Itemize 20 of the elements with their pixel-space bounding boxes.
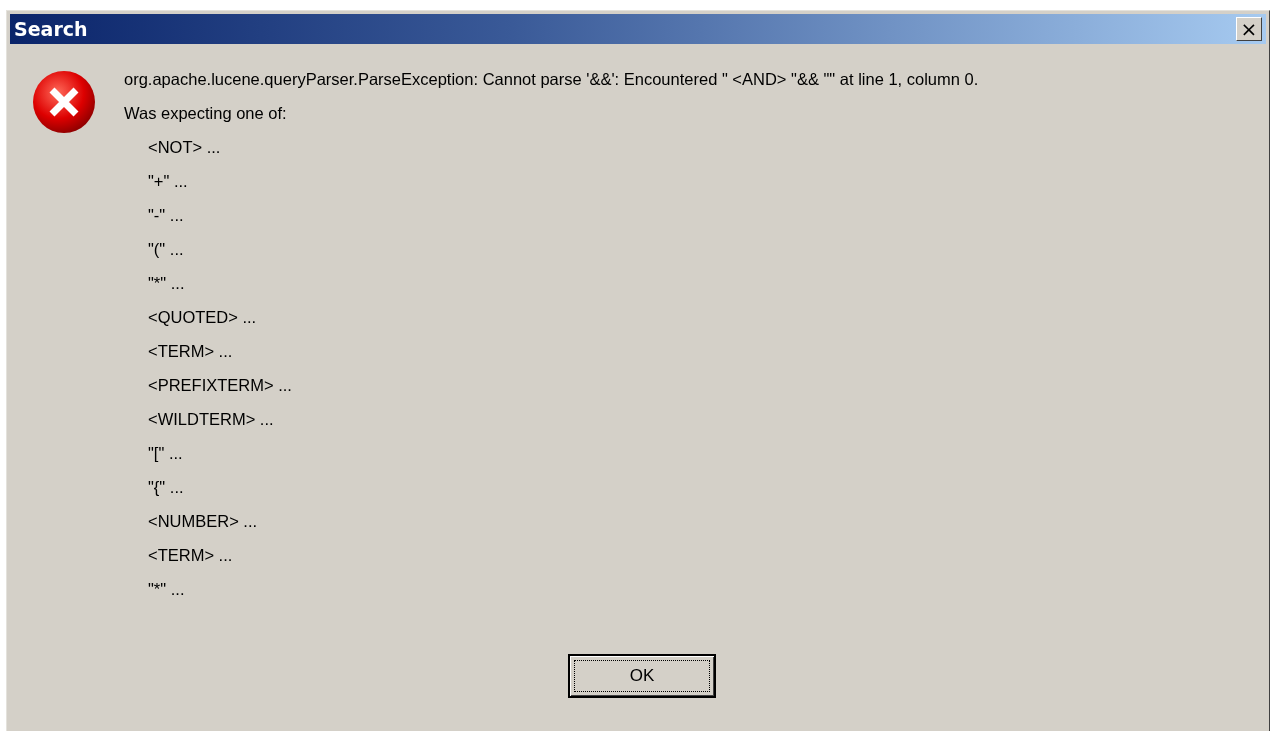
expected-token: "*" ... bbox=[147, 579, 186, 600]
expected-token: <NUMBER> ... bbox=[147, 511, 259, 532]
ok-button[interactable]: OK bbox=[568, 654, 716, 698]
expected-token: <NOT> ... bbox=[147, 137, 222, 158]
expected-token: <WILDTERM> ... bbox=[147, 409, 275, 430]
message-text: Was expecting one of: bbox=[124, 103, 288, 124]
expected-token: <TERM> ... bbox=[147, 545, 234, 566]
expected-token: <TERM> ... bbox=[147, 341, 234, 362]
expected-token: "-" ... bbox=[147, 205, 185, 226]
expected-token: "*" ... bbox=[147, 273, 186, 294]
close-button[interactable]: × bbox=[1236, 17, 1262, 41]
expected-token: <QUOTED> ... bbox=[147, 307, 258, 328]
expected-token: "(" ... bbox=[147, 239, 185, 260]
expected-token: <PREFIXTERM> ... bbox=[147, 375, 293, 396]
window-title: Search bbox=[14, 18, 88, 40]
error-icon bbox=[32, 70, 96, 134]
expected-token: "+" ... bbox=[147, 171, 189, 192]
error-message: org.apache.lucene.queryParser.ParseException: Cannot parse '&&': Encountered " <AND> "&& "" at line 1, column 0. bbox=[124, 69, 979, 90]
expected-token: "[" ... bbox=[147, 443, 184, 464]
expected-token: "{" ... bbox=[147, 477, 185, 498]
